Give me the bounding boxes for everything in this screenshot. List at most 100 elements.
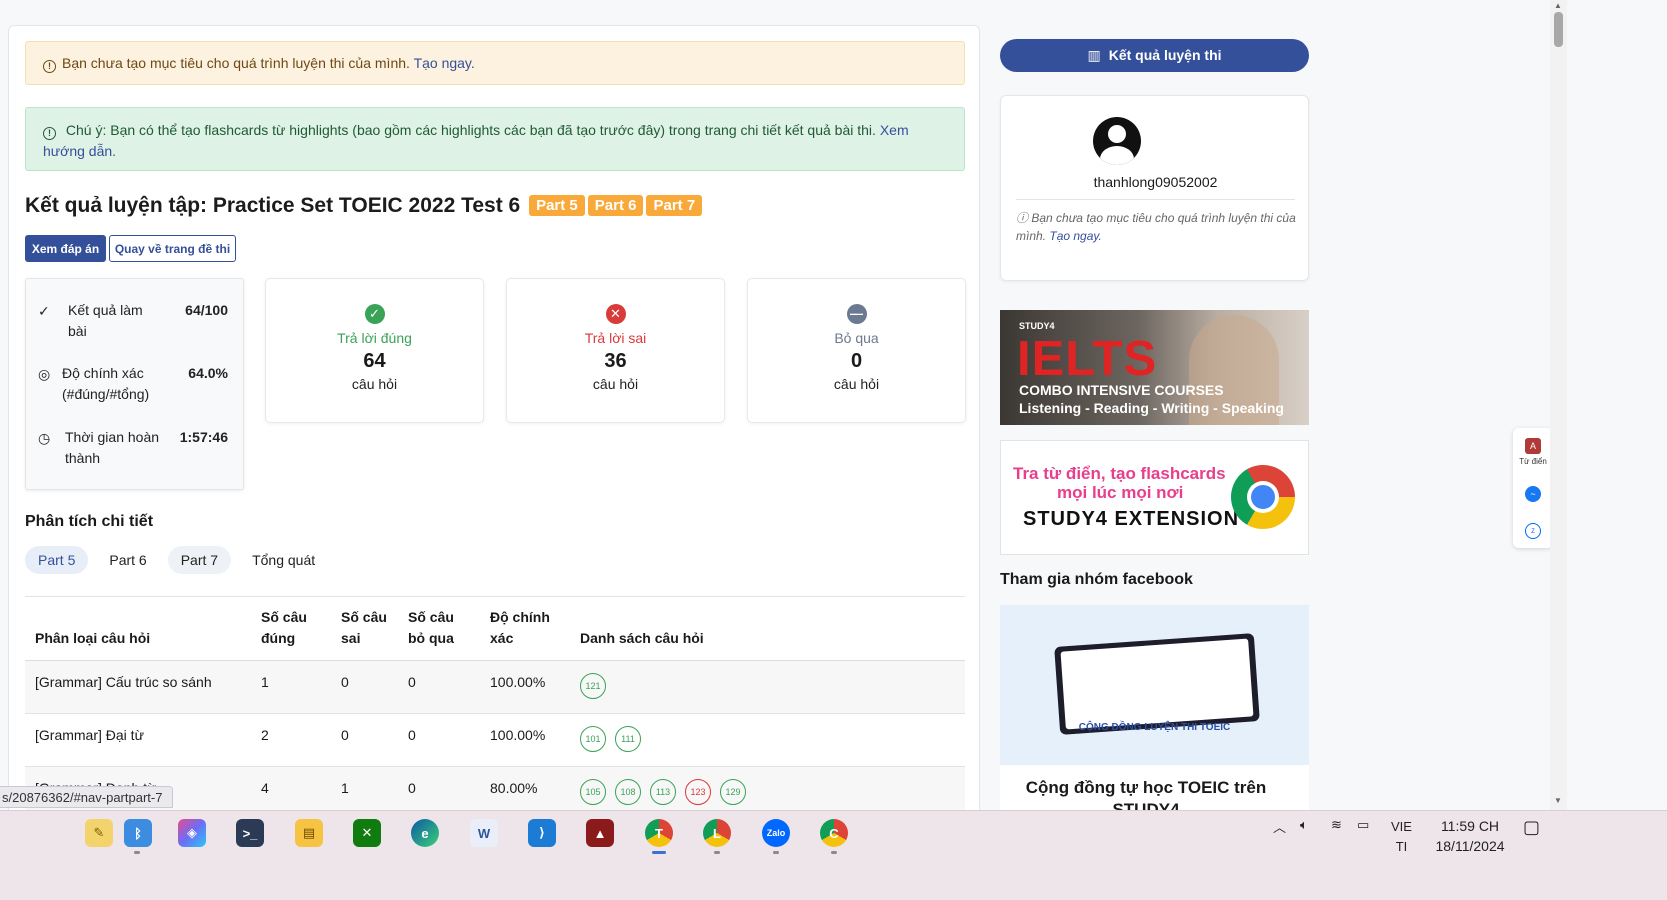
chrome-logo-icon bbox=[1231, 465, 1295, 529]
question-number-chip[interactable]: 113 bbox=[650, 779, 676, 805]
question-number-chip[interactable]: 129 bbox=[720, 779, 746, 805]
stat-unit: câu hỏi bbox=[592, 376, 639, 392]
correct-count: 1 bbox=[261, 674, 269, 690]
tab-part-5[interactable]: Part 5 bbox=[25, 546, 89, 574]
ielts-course-banner[interactable]: STUDY4 IELTS COMBO INTENSIVE COURSES Lis… bbox=[1000, 310, 1309, 425]
language-indicator[interactable]: VIE TI bbox=[1391, 817, 1412, 857]
stat-label: Bỏ qua bbox=[834, 330, 879, 346]
info-alert-text: Chú ý: Bạn có thể tạo flashcards từ high… bbox=[65, 122, 876, 138]
wrong-stat-card: ✕ Trả lời sai 36 câu hỏi bbox=[506, 278, 725, 423]
column-header: Danh sách câu hỏi bbox=[580, 630, 704, 646]
avatar[interactable] bbox=[1093, 117, 1141, 165]
question-number-chip[interactable]: 121 bbox=[580, 673, 606, 699]
question-type: [Grammar] Đại từ bbox=[35, 727, 144, 743]
notes-app-icon[interactable]: ✎ bbox=[85, 819, 113, 847]
create-goal-link[interactable]: Tạo ngay. bbox=[1049, 229, 1101, 243]
book-icon: A bbox=[1525, 438, 1541, 454]
correct-count: 4 bbox=[261, 780, 269, 796]
extension-banner[interactable]: Tra từ điển, tạo flashcards mọi lúc mọi … bbox=[1000, 440, 1309, 555]
language-sub: TI bbox=[1395, 839, 1408, 854]
column-header: Phân loại câu hỏi bbox=[35, 630, 151, 646]
result-summary: ✓ Kết quả làm bài 64/100 ◎ Độ chính xác … bbox=[25, 278, 244, 490]
chevron-up-icon[interactable]: ︿ bbox=[1273, 817, 1286, 836]
messenger-button[interactable]: ~ bbox=[1513, 486, 1553, 502]
column-header: Độ chính xác bbox=[490, 609, 550, 646]
copilot-icon[interactable]: ◈ bbox=[178, 819, 206, 847]
zalo-icon: Z bbox=[1525, 523, 1541, 539]
speaker-icon[interactable]: 🔈︎ bbox=[1300, 817, 1308, 833]
create-goal-link[interactable]: Tạo ngay. bbox=[414, 55, 475, 71]
chrome-profile-c-icon[interactable]: C bbox=[820, 819, 848, 847]
active-indicator bbox=[652, 851, 666, 854]
extension-line-1: Tra từ điển, tạo flashcards bbox=[1013, 464, 1226, 483]
chart-icon: ▥ bbox=[1087, 47, 1101, 63]
question-list: 101 111 bbox=[580, 726, 641, 752]
bluetooth-app-icon[interactable]: ᛒ bbox=[124, 819, 152, 847]
back-to-test-button[interactable]: Quay về trang đề thi bbox=[109, 235, 236, 262]
page-scrollbar[interactable]: ▲ ▼ bbox=[1550, 0, 1567, 810]
facebook-group-banner[interactable]: CỘNG ĐỒNG LUYỆN THI TOEIC bbox=[1000, 605, 1309, 765]
question-number-chip[interactable]: 105 bbox=[580, 779, 606, 805]
part-badge: Part 6 bbox=[587, 195, 644, 216]
edge-browser-icon[interactable]: e bbox=[411, 819, 439, 847]
stat-label: Trả lời đúng bbox=[337, 330, 412, 346]
question-type: [Grammar] Cấu trúc so sánh bbox=[35, 674, 212, 690]
wrong-count: 0 bbox=[341, 727, 349, 743]
tab-part-7[interactable]: Part 7 bbox=[167, 546, 232, 574]
zalo-button[interactable]: Z bbox=[1513, 523, 1553, 539]
notification-icon[interactable]: ▢ bbox=[1523, 817, 1540, 838]
results-button-label: Kết quả luyện thi bbox=[1108, 47, 1222, 63]
taskbar-clock[interactable]: 11:59 CH 18/11/2024 bbox=[1425, 816, 1515, 856]
wifi-icon[interactable]: ≋ bbox=[1331, 817, 1342, 833]
game-app-icon[interactable]: ▲ bbox=[586, 819, 614, 847]
dictionary-label: Từ điển bbox=[1519, 457, 1547, 466]
part-tabs: Part 5 Part 6 Part 7 Tổng quát bbox=[25, 546, 328, 574]
accuracy: 100.00% bbox=[490, 727, 546, 743]
question-number-chip[interactable]: 108 bbox=[615, 779, 641, 805]
xbox-icon[interactable]: ✕ bbox=[353, 819, 381, 847]
question-number-chip[interactable]: 111 bbox=[615, 726, 641, 752]
scrollbar-thumb[interactable] bbox=[1554, 12, 1563, 47]
vscode-icon[interactable]: ⟩ bbox=[528, 819, 556, 847]
stat-unit: câu hỏi bbox=[351, 376, 398, 392]
profile-goal-note: ⓘ Bạn chưa tạo mục tiêu cho quá trình lu… bbox=[1016, 209, 1296, 245]
word-app-icon[interactable]: W bbox=[470, 819, 498, 847]
terminal-icon[interactable]: >_ bbox=[236, 819, 264, 847]
windows-taskbar: ✎ ᛒ ◈ >_ ▤ ✕ e W ⟩ ▲ T L Zalo C ︿ 🔈︎ ≋ ▭… bbox=[0, 810, 1667, 900]
running-indicator bbox=[831, 851, 837, 854]
tab-part-6[interactable]: Part 6 bbox=[96, 546, 159, 574]
scroll-up-arrow-icon[interactable]: ▲ bbox=[1554, 1, 1562, 10]
battery-icon[interactable]: ▭ bbox=[1357, 817, 1369, 833]
skipped-stat-card: — Bỏ qua 0 câu hỏi bbox=[747, 278, 966, 423]
zalo-app-icon[interactable]: Zalo bbox=[762, 819, 790, 847]
question-number-chip[interactable]: 123 bbox=[685, 779, 711, 805]
summary-label: Kết quả làm bài bbox=[68, 302, 143, 339]
column-header: Số câu đúng bbox=[261, 609, 307, 646]
view-answers-button[interactable]: Xem đáp án bbox=[25, 235, 106, 262]
dictionary-button[interactable]: A Từ điển bbox=[1513, 438, 1553, 466]
scroll-down-arrow-icon[interactable]: ▼ bbox=[1554, 796, 1562, 805]
practice-results-button[interactable]: ▥ Kết quả luyện thi bbox=[1000, 39, 1309, 72]
chrome-profile-l-icon[interactable]: L bbox=[703, 819, 731, 847]
info-icon: ! bbox=[43, 127, 56, 140]
summary-label: Độ chính xác (#đúng/#tổng) bbox=[62, 365, 150, 402]
clock-date: 18/11/2024 bbox=[1435, 838, 1505, 854]
clock-icon: ◷ bbox=[38, 430, 51, 446]
floating-toolbar: A Từ điển ~ Z bbox=[1513, 428, 1553, 548]
running-indicator bbox=[773, 851, 779, 854]
facebook-group-card[interactable]: Cộng đồng tự học TOEIC trên STUDY4 bbox=[1000, 765, 1309, 819]
chrome-profile-t-icon[interactable]: T bbox=[645, 819, 673, 847]
status-url-tooltip: s/20876362/#nav-partpart-7 bbox=[0, 786, 174, 808]
results-card: ! Bạn chưa tạo mục tiêu cho quá trình luy… bbox=[8, 25, 980, 825]
question-number-chip[interactable]: 101 bbox=[580, 726, 606, 752]
skipped-count: 0 bbox=[408, 727, 416, 743]
banner-headline: IELTS bbox=[1017, 332, 1158, 386]
facebook-group-title: Tham gia nhóm facebook bbox=[1000, 571, 1193, 588]
x-circle-icon: ✕ bbox=[605, 304, 626, 324]
file-explorer-icon[interactable]: ▤ bbox=[295, 819, 323, 847]
tab-overview[interactable]: Tổng quát bbox=[239, 546, 328, 574]
laptop-illustration bbox=[1054, 633, 1260, 735]
extension-line-2: mọi lúc mọi nơi bbox=[1057, 483, 1184, 502]
check-circle-icon: ✓ bbox=[364, 304, 385, 324]
banner-line-2: Listening - Reading - Writing - Speaking bbox=[1019, 400, 1284, 416]
